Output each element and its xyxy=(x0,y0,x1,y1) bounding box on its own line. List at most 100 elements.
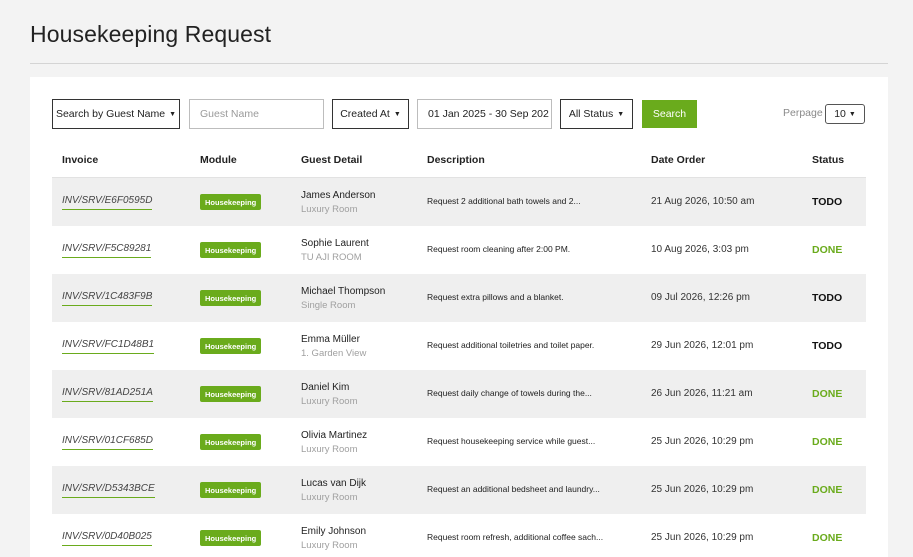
invoice-link[interactable]: INV/SRV/1C483F9B xyxy=(62,291,153,306)
table-row[interactable]: INV/SRV/F5C89281 Housekeeping Sophie Lau… xyxy=(52,226,866,274)
chevron-down-icon: ▼ xyxy=(617,110,625,118)
guest-detail: Daniel Kim Luxury Room xyxy=(301,381,358,409)
perpage-value: 10 xyxy=(834,108,846,120)
title-divider xyxy=(30,63,888,64)
search-button[interactable]: Search xyxy=(642,100,697,128)
guest-room: Single Room xyxy=(301,300,356,311)
description: Request extra pillows and a blanket. xyxy=(427,292,564,302)
date-order: 25 Jun 2026, 10:29 pm xyxy=(651,484,754,495)
header-invoice[interactable]: Invoice xyxy=(62,154,98,166)
guest-room: Luxury Room xyxy=(301,540,358,551)
description: Request room cleaning after 2:00 PM. xyxy=(427,244,571,254)
module-badge: Housekeeping xyxy=(200,530,262,546)
date-order: 29 Jun 2026, 12:01 pm xyxy=(651,340,754,351)
header-guest-detail[interactable]: Guest Detail xyxy=(301,154,362,166)
sort-by-label: Created At xyxy=(340,108,390,120)
guest-detail: Olivia Martinez Luxury Room xyxy=(301,429,367,457)
status-label: TODO xyxy=(812,340,843,352)
description: Request 2 additional bath towels and 2..… xyxy=(427,196,581,206)
perpage-select[interactable]: 10 ▼ xyxy=(825,104,865,124)
chevron-down-icon: ▼ xyxy=(169,110,177,118)
chevron-down-icon: ▼ xyxy=(848,110,856,118)
status-filter-label: All Status xyxy=(568,108,614,120)
module-badge: Housekeeping xyxy=(200,386,262,402)
header-description[interactable]: Description xyxy=(427,154,485,166)
module-badge: Housekeeping xyxy=(200,194,262,210)
guest-room: TU AJI ROOM xyxy=(301,252,362,263)
invoice-link[interactable]: INV/SRV/81AD251A xyxy=(62,387,153,402)
status-label: TODO xyxy=(812,292,843,304)
guest-detail: Lucas van Dijk Luxury Room xyxy=(301,477,366,505)
table-row[interactable]: INV/SRV/81AD251A Housekeeping Daniel Kim… xyxy=(52,370,866,418)
description: Request additional toiletries and toilet… xyxy=(427,340,595,350)
guest-name: Emily Johnson xyxy=(301,526,367,537)
date-order: 10 Aug 2026, 3:03 pm xyxy=(651,244,749,255)
table-row[interactable]: INV/SRV/0D40B025 Housekeeping Emily John… xyxy=(52,514,866,557)
guest-room: 1. Garden View xyxy=(301,348,367,359)
table-row[interactable]: INV/SRV/01CF685D Housekeeping Olivia Mar… xyxy=(52,418,866,466)
table-row[interactable]: INV/SRV/FC1D48B1 Housekeeping Emma Mülle… xyxy=(52,322,866,370)
guest-detail: James Anderson Luxury Room xyxy=(301,189,376,217)
guest-room: Luxury Room xyxy=(301,396,358,407)
date-range-input[interactable]: 01 Jan 2025 - 30 Sep 202 xyxy=(417,99,552,129)
module-badge: Housekeeping xyxy=(200,290,262,306)
invoice-link[interactable]: INV/SRV/F5C89281 xyxy=(62,243,152,258)
status-label: TODO xyxy=(812,196,843,208)
status-label: DONE xyxy=(812,484,843,496)
search-by-label: Search by Guest Name xyxy=(55,108,166,120)
guest-detail: Sophie Laurent TU AJI ROOM xyxy=(301,237,369,265)
guest-detail: Michael Thompson Single Room xyxy=(301,285,385,313)
page-title: Housekeeping Request xyxy=(30,21,272,47)
perpage-label: Perpage xyxy=(783,107,823,119)
invoice-link[interactable]: INV/SRV/0D40B025 xyxy=(62,531,152,546)
invoice-link[interactable]: INV/SRV/E6F0595D xyxy=(62,195,153,210)
module-badge: Housekeeping xyxy=(200,482,262,498)
table-row[interactable]: INV/SRV/D5343BCE Housekeeping Lucas van … xyxy=(52,466,866,514)
table-row[interactable]: INV/SRV/E6F0595D Housekeeping James Ande… xyxy=(52,178,866,226)
guest-detail: Emily Johnson Luxury Room xyxy=(301,525,366,553)
invoice-link[interactable]: INV/SRV/01CF685D xyxy=(62,435,153,450)
status-label: DONE xyxy=(812,436,843,448)
status-label: DONE xyxy=(812,388,843,400)
description: Request an additional bedsheet and laund… xyxy=(427,484,600,494)
date-order: 25 Jun 2026, 10:29 pm xyxy=(651,436,754,447)
module-badge: Housekeeping xyxy=(200,338,262,354)
requests-card: Search by Guest Name ▼ Guest Name Create… xyxy=(30,77,888,557)
header-date-order[interactable]: Date Order xyxy=(651,154,705,166)
table-header: Invoice Module Guest Detail Description … xyxy=(52,144,866,178)
header-module[interactable]: Module xyxy=(200,154,237,166)
chevron-down-icon: ▼ xyxy=(393,110,401,118)
table-row[interactable]: INV/SRV/1C483F9B Housekeeping Michael Th… xyxy=(52,274,866,322)
date-order: 21 Aug 2026, 10:50 am xyxy=(651,196,755,207)
status-label: DONE xyxy=(812,244,843,256)
description: Request daily change of towels during th… xyxy=(427,388,592,398)
status-label: DONE xyxy=(812,532,843,544)
sort-by-dropdown[interactable]: Created At ▼ xyxy=(332,99,409,129)
date-order: 26 Jun 2026, 11:21 am xyxy=(651,388,753,399)
filter-bar: Search by Guest Name ▼ Guest Name Create… xyxy=(30,77,888,137)
module-badge: Housekeeping xyxy=(200,242,262,258)
guest-name-input[interactable]: Guest Name xyxy=(189,99,324,129)
guest-name: Sophie Laurent xyxy=(301,238,369,249)
description: Request room refresh, additional coffee … xyxy=(427,532,604,542)
guest-name: Daniel Kim xyxy=(301,382,350,393)
module-badge: Housekeeping xyxy=(200,434,262,450)
header-status[interactable]: Status xyxy=(812,154,844,166)
guest-name: Michael Thompson xyxy=(301,286,386,297)
search-by-dropdown[interactable]: Search by Guest Name ▼ xyxy=(52,99,180,129)
date-order: 25 Jun 2026, 10:29 pm xyxy=(651,532,754,543)
guest-name: Lucas van Dijk xyxy=(301,478,367,489)
invoice-link[interactable]: INV/SRV/D5343BCE xyxy=(62,483,155,498)
guest-detail: Emma Müller 1. Garden View xyxy=(301,333,366,361)
guest-name: James Anderson xyxy=(301,190,376,201)
date-order: 09 Jul 2026, 12:26 pm xyxy=(651,292,750,303)
guest-name: Olivia Martinez xyxy=(301,430,368,441)
guest-room: Luxury Room xyxy=(301,204,358,215)
status-dropdown[interactable]: All Status ▼ xyxy=(560,99,633,129)
requests-table: Invoice Module Guest Detail Description … xyxy=(52,144,866,557)
invoice-link[interactable]: INV/SRV/FC1D48B1 xyxy=(62,339,155,354)
guest-room: Luxury Room xyxy=(301,492,358,503)
guest-name: Emma Müller xyxy=(301,334,360,345)
guest-room: Luxury Room xyxy=(301,444,358,455)
description: Request housekeeping service while guest… xyxy=(427,436,596,446)
